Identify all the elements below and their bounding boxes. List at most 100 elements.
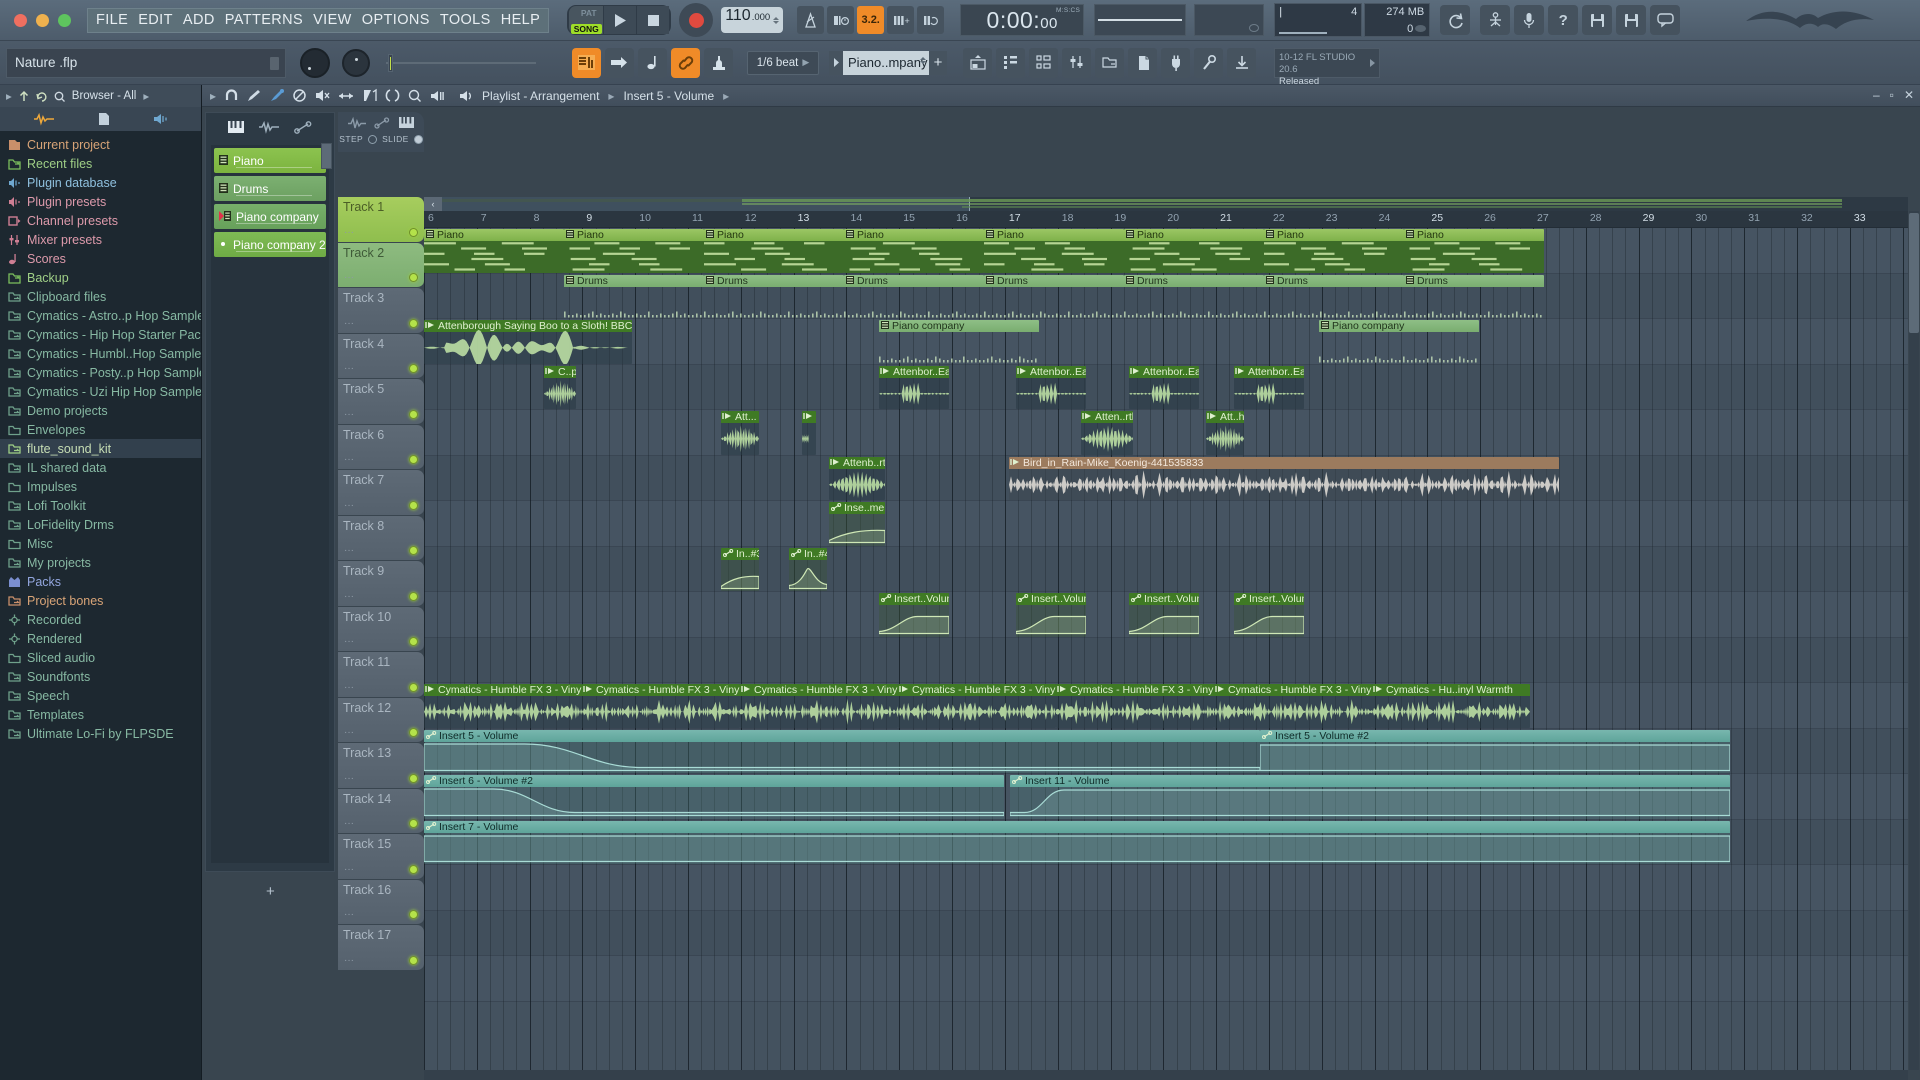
link-tool-button[interactable] xyxy=(671,48,700,78)
play-button[interactable] xyxy=(604,6,636,34)
playlist-clip[interactable]: Piano xyxy=(704,229,844,273)
mute-icon[interactable] xyxy=(315,89,330,102)
playlist-clip[interactable]: Cymatics - Humble FX 3 - Vinyl Warmth xyxy=(1214,684,1372,728)
track-enable-led[interactable] xyxy=(409,865,418,874)
track-enable-led[interactable] xyxy=(409,546,418,555)
track-enable-led[interactable] xyxy=(409,364,418,373)
open-folder-button[interactable] xyxy=(1095,48,1124,78)
playlist-clip[interactable]: Cymatics - Humble FX 3 - Vinyl Warmth xyxy=(740,684,898,728)
playlist-window-buttons[interactable]: ‒ ▫ ✕ xyxy=(1873,88,1914,102)
magnet-icon[interactable] xyxy=(225,89,238,102)
pattern-prev-button[interactable] xyxy=(829,51,843,75)
menu-edit[interactable]: EDIT xyxy=(138,12,173,28)
select-icon[interactable] xyxy=(386,89,399,102)
new-file-button[interactable] xyxy=(1128,48,1157,78)
browser-header[interactable]: ▸ Browser - All ▸ xyxy=(0,85,201,107)
transport-controls[interactable]: PAT SONG xyxy=(567,5,671,35)
playlist-clip[interactable]: Attenb..rth xyxy=(829,457,885,501)
trash-icon[interactable] xyxy=(270,57,279,70)
tempo-display[interactable]: 110 .000 xyxy=(721,7,783,33)
browser-item-cymatics-posty-p-hop-sample-pack[interactable]: Cymatics - Posty..p Hop Sample Pack xyxy=(0,363,201,382)
track-header-1[interactable]: Track 1 ··· xyxy=(338,197,424,243)
browser-button[interactable] xyxy=(1029,48,1058,78)
browser-item-templates[interactable]: Templates xyxy=(0,705,201,724)
playlist-clip[interactable]: Cymatics - Humble FX 3 - Vinyl Warmth xyxy=(582,684,740,728)
multilink-button[interactable] xyxy=(1480,5,1510,35)
track-enable-led[interactable] xyxy=(409,910,418,919)
microphone-button[interactable] xyxy=(1514,5,1544,35)
piano-roll-icon[interactable] xyxy=(228,120,244,134)
track-header-9[interactable]: Track 9 ··· xyxy=(338,561,424,607)
playlist-grid[interactable]: Piano Piano Piano Piano Piano Piano Piano Piano… xyxy=(424,228,1908,1070)
stop-button[interactable] xyxy=(637,6,669,34)
track-enable-led[interactable] xyxy=(409,637,418,646)
browser-item-ultimate-lo-fi-by-flpsde[interactable]: Ultimate Lo-Fi by FLPSDE xyxy=(0,724,201,743)
track-enable-led[interactable] xyxy=(409,228,418,237)
playlist-clip[interactable]: Piano company xyxy=(879,320,1039,364)
playlist-clip[interactable]: Drums xyxy=(1264,275,1404,319)
horizontal-scrollbar[interactable] xyxy=(424,1070,1908,1080)
playlist-clip[interactable] xyxy=(802,411,816,455)
pattern-spinner[interactable] xyxy=(920,57,926,64)
pattern-list[interactable]: Piano Drums Piano company Piano company 2 xyxy=(211,145,329,863)
pattern-item-drums[interactable]: Drums xyxy=(214,176,326,201)
grid-row-17[interactable] xyxy=(424,956,1908,1002)
close-window-button[interactable] xyxy=(14,14,27,27)
track-header-5[interactable]: Track 5 ··· xyxy=(338,379,424,425)
track-enable-led[interactable] xyxy=(409,592,418,601)
track-options[interactable]: ··· xyxy=(344,818,354,829)
track-options[interactable]: ··· xyxy=(344,500,354,511)
zoom-icon[interactable] xyxy=(408,89,421,102)
pattern-item-piano[interactable]: Piano xyxy=(214,148,326,173)
channel-rack-button[interactable] xyxy=(963,48,992,78)
grid-row-7[interactable] xyxy=(424,501,1908,547)
browser-item-il-shared-data[interactable]: IL shared data xyxy=(0,458,201,477)
maximize-window-button[interactable] xyxy=(58,14,71,27)
playback-icon[interactable] xyxy=(430,90,444,102)
grid-row-16[interactable] xyxy=(424,911,1908,957)
pattern-add-button[interactable]: + xyxy=(929,51,947,75)
browser-item-backup[interactable]: Backup xyxy=(0,268,201,287)
browser-item-cymatics-uzi-hip-hop-sample-pack[interactable]: Cymatics - Uzi Hip Hop Sample Pack xyxy=(0,382,201,401)
save-button[interactable] xyxy=(1582,5,1612,35)
slice-icon[interactable] xyxy=(363,89,377,102)
window-shortcut-buttons[interactable] xyxy=(963,48,1256,78)
track-options[interactable]: ··· xyxy=(344,773,354,784)
track-enable-led[interactable] xyxy=(409,455,418,464)
chevron-right-icon-2[interactable]: ▸ xyxy=(143,89,149,103)
track-options[interactable]: ··· xyxy=(344,545,354,556)
playlist-clip[interactable]: Drums xyxy=(1404,275,1544,319)
playlist-clip[interactable]: Cymatics - Humble FX 3 - Vinyl Warmth xyxy=(1056,684,1214,728)
playlist-clip[interactable]: Insert 7 - Volume xyxy=(424,821,1730,865)
menu-file[interactable]: FILE xyxy=(96,12,128,28)
playlist-clip[interactable]: Insert..Volume xyxy=(879,593,949,637)
slip-icon[interactable] xyxy=(339,90,354,102)
track-header-3[interactable]: Track 3 ··· xyxy=(338,288,424,334)
step-sequencer-button[interactable] xyxy=(996,48,1025,78)
draw-tool-button[interactable] xyxy=(605,48,634,78)
playlist-clip[interactable]: Piano xyxy=(1404,229,1544,273)
pattern-name-field[interactable]: Piano..mpany xyxy=(843,51,929,75)
track-header-14[interactable]: Track 14 ··· xyxy=(338,789,424,835)
track-options[interactable]: ··· xyxy=(344,591,354,602)
browser-item-cymatics-hip-hop-starter-pack[interactable]: Cymatics - Hip Hop Starter Pack xyxy=(0,325,201,344)
track-header-16[interactable]: Track 16 ··· xyxy=(338,880,424,926)
slide-toggle[interactable] xyxy=(414,135,423,144)
browser-item-project-bones[interactable]: Project bones xyxy=(0,591,201,610)
track-enable-led[interactable] xyxy=(409,501,418,510)
automation-icon[interactable] xyxy=(294,121,312,134)
metronome-button[interactable] xyxy=(797,6,824,34)
grid-row-5[interactable] xyxy=(424,410,1908,456)
master-volume-knob[interactable] xyxy=(342,49,370,77)
chevron-right-icon[interactable]: ▸ xyxy=(6,89,12,103)
playlist-clip[interactable]: Drums xyxy=(984,275,1124,319)
top-right-buttons[interactable]: ? xyxy=(1480,5,1680,35)
track-options[interactable]: ··· xyxy=(344,955,354,966)
browser-item-sliced-audio[interactable]: Sliced audio xyxy=(0,648,201,667)
browser-item-cymatics-astro-p-hop-sample-pack[interactable]: Cymatics - Astro..p Hop Sample Pack xyxy=(0,306,201,325)
browser-item-lofidelity-drms[interactable]: LoFidelity Drms xyxy=(0,515,201,534)
browser-item-envelopes[interactable]: Envelopes xyxy=(0,420,201,439)
pattern-selector[interactable]: Piano..mpany + xyxy=(829,51,947,75)
note-tool-button[interactable] xyxy=(638,48,667,78)
loop-record-button[interactable] xyxy=(917,6,944,34)
